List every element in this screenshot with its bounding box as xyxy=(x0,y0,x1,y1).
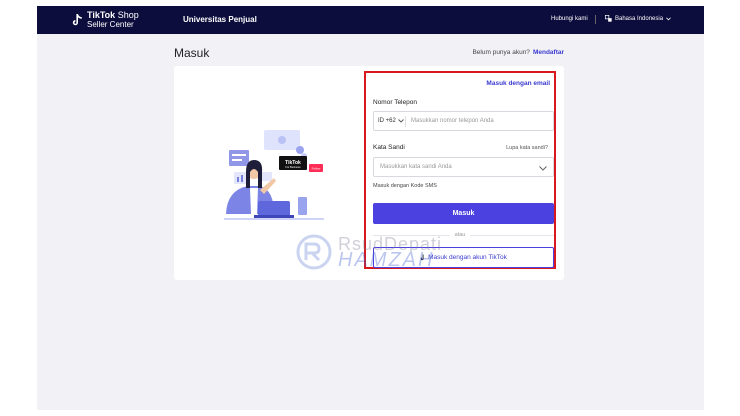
language-label: Bahasa Indonesia xyxy=(615,15,664,22)
phone-placeholder: Masukkan nomor telepon Anda xyxy=(411,118,494,124)
eye-toggle-icon[interactable] xyxy=(539,166,547,171)
follow-tag: Follow xyxy=(312,167,322,171)
login-button[interactable]: Masuk xyxy=(373,203,554,224)
password-placeholder: Masukkan kata sandi Anda xyxy=(380,164,452,170)
page-title: Masuk xyxy=(174,46,210,60)
top-navigation-bar: TikTok Shop Seller Center Universitas Pe… xyxy=(37,6,704,34)
translate-icon xyxy=(605,15,612,22)
password-label: Kata Sandi xyxy=(373,144,405,151)
chevron-down-icon xyxy=(398,119,404,123)
nav-contact-us[interactable]: Hubungi kami xyxy=(551,16,588,22)
nav-seller-university[interactable]: Universitas Penjual xyxy=(183,15,257,24)
watermark-line2: HAMZAH xyxy=(338,249,435,271)
app-frame: TikTok Shop Seller Center Universitas Pe… xyxy=(37,6,704,410)
watermark: RsudDepati HAMZAH xyxy=(296,234,442,270)
no-account-text: Belum punya akun? xyxy=(472,49,530,56)
country-code-value: ID +62 xyxy=(378,118,396,124)
phone-input[interactable]: ID +62 Masukkan nomor telepon Anda xyxy=(373,111,554,131)
chevron-down-icon xyxy=(666,16,671,20)
tiktok-shop-logo[interactable]: TikTok Shop Seller Center xyxy=(71,11,139,29)
signup-link[interactable]: Mendaftar xyxy=(533,49,564,56)
logo-text: TikTok Shop Seller Center xyxy=(87,10,139,30)
forgot-password-link[interactable]: Lupa kata sandi? xyxy=(506,145,548,151)
tiktok-note-icon xyxy=(72,14,82,26)
or-text: atau xyxy=(449,232,471,238)
watermark-text: RsudDepati HAMZAH xyxy=(338,235,442,271)
logo-brand: TikTok xyxy=(87,10,116,20)
language-selector[interactable]: Bahasa Indonesia xyxy=(605,15,671,22)
login-with-email-link[interactable]: Masuk dengan email xyxy=(486,80,550,87)
country-code-select[interactable]: ID +62 xyxy=(378,118,404,124)
logo-shop: Shop xyxy=(117,10,139,20)
logo-subtitle: Seller Center xyxy=(87,20,134,29)
badge-subtitle: For Business xyxy=(285,165,301,169)
business-person-illustration: TikTok For Business Follow xyxy=(224,130,324,220)
nav-divider xyxy=(595,15,596,24)
password-input[interactable]: Masukkan kata sandi Anda xyxy=(373,157,554,177)
signup-prompt: Belum punya akun? Mendaftar xyxy=(472,49,564,56)
country-code-divider xyxy=(405,116,406,127)
phone-label: Nomor Telepon xyxy=(373,99,417,106)
watermark-logo xyxy=(296,234,332,270)
sms-code-login-link[interactable]: Masuk dengan Kode SMS xyxy=(373,183,437,189)
